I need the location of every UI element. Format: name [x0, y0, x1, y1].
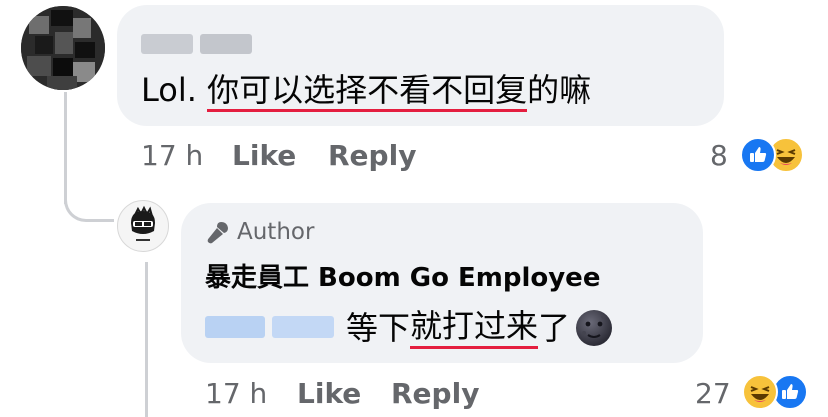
- commenter-avatar[interactable]: [21, 6, 105, 90]
- comment-text: Lol. 你可以选择不看不回复的嘛: [141, 70, 592, 112]
- microphone-icon: [205, 219, 231, 245]
- thread-connector-curve: [64, 180, 114, 222]
- comment-text-underlined: 你可以选择不看不回复: [207, 71, 528, 112]
- author-badge: Author: [205, 218, 314, 246]
- comment-reply-button[interactable]: Reply: [328, 139, 416, 172]
- mentioned-name-blurred[interactable]: [205, 316, 265, 338]
- author-badge-label: Author: [237, 219, 315, 245]
- reply-text: 等下 就打过来了: [346, 306, 614, 349]
- comment-like-button[interactable]: Like: [232, 139, 296, 172]
- commenter-name-blurred[interactable]: [141, 34, 193, 54]
- mentioned-name-blurred-part[interactable]: [272, 316, 334, 338]
- reply-reply-button[interactable]: Reply: [391, 377, 479, 410]
- reply-author-avatar[interactable]: [117, 200, 169, 252]
- reply-reactions[interactable]: 27: [690, 372, 810, 414]
- reply-thread-line: [145, 262, 148, 417]
- comment-text-suffix: 的嘛: [527, 71, 592, 109]
- reply-text-suffix: 了: [538, 308, 571, 347]
- commenter-name-blurred-part[interactable]: [200, 34, 252, 54]
- reply-like-button[interactable]: Like: [297, 377, 361, 410]
- reply-text-underlined: 就打过来: [410, 306, 539, 349]
- like-icon: [740, 137, 776, 173]
- reply-text-plain: 等下: [346, 308, 411, 347]
- reply-timestamp[interactable]: 17 h: [205, 377, 267, 410]
- reply-author-name[interactable]: 暴走員工 Boom Go Employee: [205, 257, 600, 294]
- haha-icon: [742, 374, 778, 410]
- comment-timestamp[interactable]: 17 h: [141, 139, 203, 172]
- reply-reaction-count: 27: [695, 377, 731, 410]
- new-moon-face-emoji: [574, 308, 614, 348]
- comment-text-prefix: Lol.: [141, 71, 208, 109]
- comment-reaction-count: 8: [710, 139, 728, 172]
- comment-reactions[interactable]: 8: [700, 136, 810, 176]
